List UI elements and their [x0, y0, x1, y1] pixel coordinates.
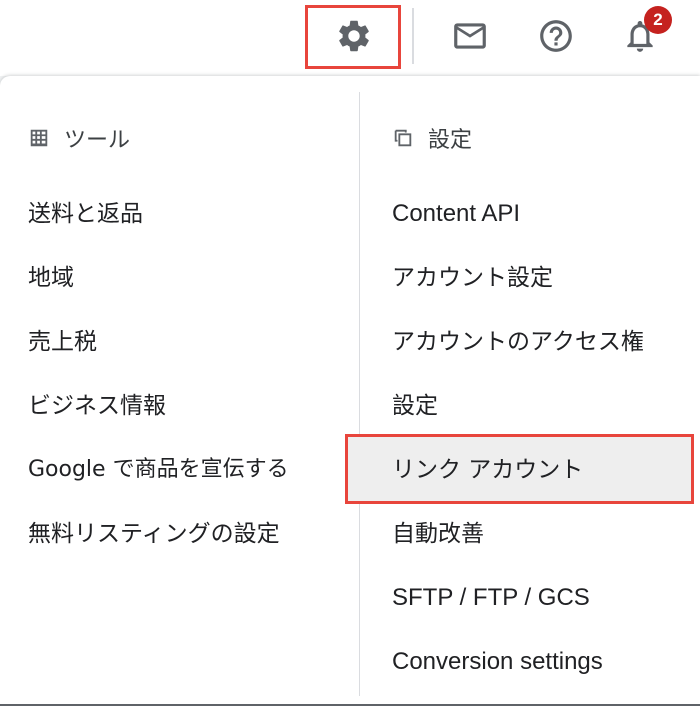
gear-icon [339, 20, 369, 52]
tools-item-free-listings[interactable]: 無料リスティングの設定 [28, 520, 280, 548]
tools-item-sales-tax[interactable]: 売上税 [28, 328, 97, 356]
settings-item-content-api[interactable]: Content API [392, 200, 520, 228]
tools-section-header: ツール [28, 120, 130, 156]
settings-section-header: 設定 [392, 120, 472, 156]
settings-heading: 設定 [428, 128, 473, 153]
header-divider [412, 8, 414, 64]
top-bar: 2 [0, 0, 700, 76]
settings-item-auto-improvements[interactable]: 自動改善 [392, 520, 484, 548]
settings-item-conversion-settings[interactable]: Conversion settings [392, 648, 603, 676]
notification-badge: 2 [644, 6, 672, 34]
help-button[interactable] [532, 12, 580, 60]
grid-icon [30, 129, 48, 147]
tools-item-regions[interactable]: 地域 [28, 264, 74, 292]
column-divider [359, 92, 360, 696]
settings-item-account-access[interactable]: アカウントのアクセス権 [392, 328, 644, 356]
settings-item-linked-accounts[interactable]: リンク アカウント [392, 456, 583, 484]
settings-item-settings[interactable]: 設定 [392, 392, 438, 420]
copy-icon [394, 129, 412, 147]
mail-button[interactable] [446, 12, 494, 60]
settings-item-account-settings[interactable]: アカウント設定 [392, 264, 553, 292]
help-icon [540, 20, 572, 52]
tools-item-shipping-returns[interactable]: 送料と返品 [28, 200, 143, 228]
settings-button[interactable] [330, 12, 378, 60]
tools-heading: ツール [64, 128, 131, 153]
settings-dropdown-panel: ツール 送料と返品 地域 売上税 ビジネス情報 Google で商品を宣伝する … [0, 76, 700, 706]
tools-item-promote-on-google[interactable]: Google で商品を宣伝する [28, 456, 289, 484]
settings-item-sftp-ftp-gcs[interactable]: SFTP / FTP / GCS [392, 584, 590, 612]
mail-icon [454, 23, 486, 49]
tools-item-business-info[interactable]: ビジネス情報 [28, 392, 166, 420]
